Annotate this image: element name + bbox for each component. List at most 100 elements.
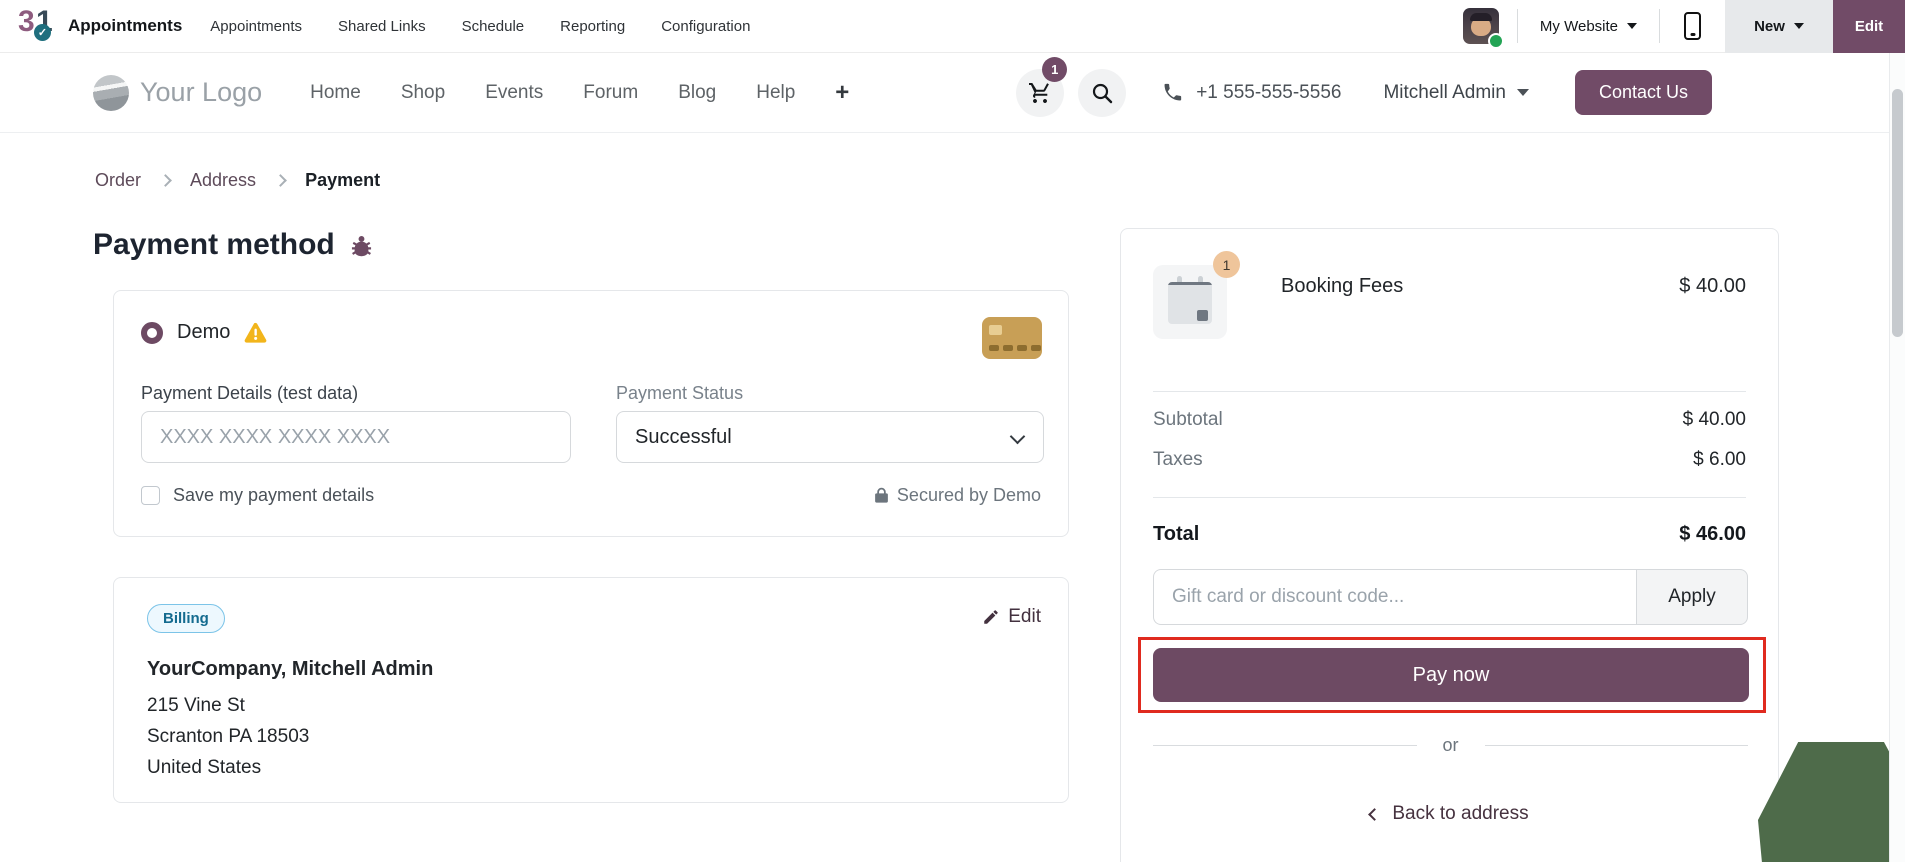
website-switcher[interactable]: My Website: [1518, 18, 1659, 35]
billing-address: 215 Vine St Scranton PA 18503 United Sta…: [147, 690, 309, 783]
bug-icon: [351, 235, 371, 256]
backend-menu: Appointments Shared Links Schedule Repor…: [210, 18, 750, 35]
site-logo[interactable]: Your Logo: [93, 74, 263, 111]
chevron-down-icon: [1793, 23, 1804, 29]
breadcrumb-payment: Payment: [305, 170, 381, 190]
order-summary-card: 1 Booking Fees $ 40.00 Subtotal $ 40.00 …: [1120, 228, 1779, 862]
logo-text: Your Logo: [140, 77, 263, 107]
nav-blog[interactable]: Blog: [678, 82, 716, 104]
nav-help[interactable]: Help: [756, 82, 795, 104]
contact-us-button[interactable]: Contact Us: [1574, 70, 1712, 115]
menu-shared-links[interactable]: Shared Links: [338, 18, 426, 35]
promo-code-input[interactable]: [1153, 569, 1636, 625]
total-value: $ 46.00: [1679, 523, 1746, 545]
or-divider: or: [1153, 735, 1749, 756]
chevron-right-icon: [159, 174, 172, 187]
website-header: Your Logo Home Shop Events Forum Blog He…: [0, 53, 1889, 133]
secured-note: Secured by Demo: [874, 485, 1041, 506]
breadcrumb-address[interactable]: Address: [190, 170, 256, 191]
chevron-left-icon: [1368, 807, 1382, 821]
search-icon: [1093, 83, 1113, 103]
taxes-value: $ 6.00: [1693, 449, 1746, 470]
payment-method-card: Demo Payment Details (test data) Payment…: [113, 290, 1069, 537]
menu-schedule[interactable]: Schedule: [462, 18, 525, 35]
menu-configuration[interactable]: Configuration: [661, 18, 750, 35]
chevron-down-icon: [1516, 89, 1529, 96]
promo-code-group: Apply: [1153, 569, 1748, 625]
breadcrumb-order[interactable]: Order: [95, 170, 141, 191]
cart-button[interactable]: 1: [1016, 56, 1068, 117]
backend-topbar: 31 ✓ Appointments Appointments Shared Li…: [0, 0, 1905, 53]
billing-address-card: Billing Edit YourCompany, Mitchell Admin…: [113, 577, 1069, 803]
page: 31 ✓ Appointments Appointments Shared Li…: [0, 0, 1905, 862]
phone-number: +1 555-555-5556: [1196, 81, 1342, 103]
product-thumbnail: [1153, 265, 1227, 339]
page-title: Payment method: [93, 228, 375, 262]
payment-status-label: Payment Status: [616, 383, 744, 403]
app-switcher[interactable]: 31 ✓ Appointments: [18, 5, 210, 44]
save-payment-checkbox[interactable]: [141, 486, 160, 505]
quantity-badge: 1: [1213, 251, 1240, 278]
payment-method-name: Demo: [177, 321, 231, 343]
chevron-down-icon: [1009, 428, 1026, 445]
mobile-phone-icon: [1684, 12, 1701, 40]
menu-appointments[interactable]: Appointments: [210, 18, 302, 35]
pencil-icon: [984, 610, 999, 624]
billing-name: YourCompany, Mitchell Admin: [147, 658, 434, 680]
address-line: United States: [147, 757, 262, 778]
scrollbar-track[interactable]: [1889, 53, 1905, 862]
edit-address-link[interactable]: Edit: [982, 606, 1041, 628]
subtotal-label: Subtotal: [1153, 409, 1223, 430]
nav-add-page[interactable]: +: [835, 79, 849, 107]
warning-icon: [245, 322, 267, 343]
menu-reporting[interactable]: Reporting: [560, 18, 625, 35]
address-line: Scranton PA 18503: [147, 726, 310, 747]
or-label: or: [1442, 735, 1459, 755]
save-payment-label: Save my payment details: [173, 485, 375, 505]
back-to-address-link[interactable]: Back to address: [1121, 803, 1778, 825]
user-menu[interactable]: Mitchell Admin: [1383, 82, 1529, 104]
divider: [1153, 497, 1746, 498]
scrollbar-thumb[interactable]: [1892, 89, 1903, 337]
payment-details-label: Payment Details (test data): [141, 383, 359, 403]
header-phone[interactable]: +1 555-555-5556: [1162, 82, 1341, 104]
payment-status-select[interactable]: Successful: [616, 411, 1044, 463]
mobile-preview-button[interactable]: [1660, 12, 1725, 40]
taxes-label: Taxes: [1153, 449, 1203, 470]
site-nav: Home Shop Events Forum Blog Help +: [310, 79, 849, 107]
edit-button[interactable]: Edit: [1833, 0, 1905, 53]
chevron-right-icon: [274, 174, 287, 187]
save-payment-row: Save my payment details: [141, 485, 374, 506]
app-name: Appointments: [68, 16, 183, 35]
user-avatar[interactable]: [1462, 8, 1504, 49]
line-item-name: Booking Fees: [1281, 275, 1404, 297]
pay-now-highlight: Pay now: [1138, 637, 1766, 713]
line-item-price: $ 40.00: [1679, 275, 1746, 297]
card-number-input[interactable]: [141, 411, 571, 463]
phone-icon: [1164, 83, 1182, 101]
lock-icon: [875, 487, 888, 503]
pay-now-button[interactable]: Pay now: [1153, 648, 1749, 702]
nav-forum[interactable]: Forum: [583, 82, 638, 104]
chevron-down-icon: [1627, 23, 1637, 29]
payment-option-row: Demo: [141, 321, 267, 344]
topbar-systray: My Website New Edit: [1462, 0, 1905, 53]
nav-shop[interactable]: Shop: [401, 82, 445, 104]
credit-card-icon: [982, 317, 1042, 359]
header-actions: 1 +1 555-555-5556 Mitchell Admin Contact…: [1016, 56, 1712, 117]
cart-count-badge: 1: [1042, 56, 1068, 82]
online-status-dot: [1487, 33, 1504, 49]
divider: [1153, 391, 1746, 392]
appointments-app-icon: 31 ✓: [18, 5, 53, 41]
search-button[interactable]: [1078, 68, 1127, 117]
new-button[interactable]: New: [1725, 0, 1833, 53]
breadcrumb: Order Address Payment: [95, 170, 380, 191]
demo-radio[interactable]: [141, 321, 163, 344]
cart-icon: [1029, 82, 1050, 103]
nav-events[interactable]: Events: [485, 82, 543, 104]
address-line: 215 Vine St: [147, 695, 245, 716]
subtotal-value: $ 40.00: [1682, 409, 1746, 430]
total-label: Total: [1153, 523, 1200, 545]
apply-button[interactable]: Apply: [1636, 569, 1748, 625]
nav-home[interactable]: Home: [310, 82, 361, 104]
